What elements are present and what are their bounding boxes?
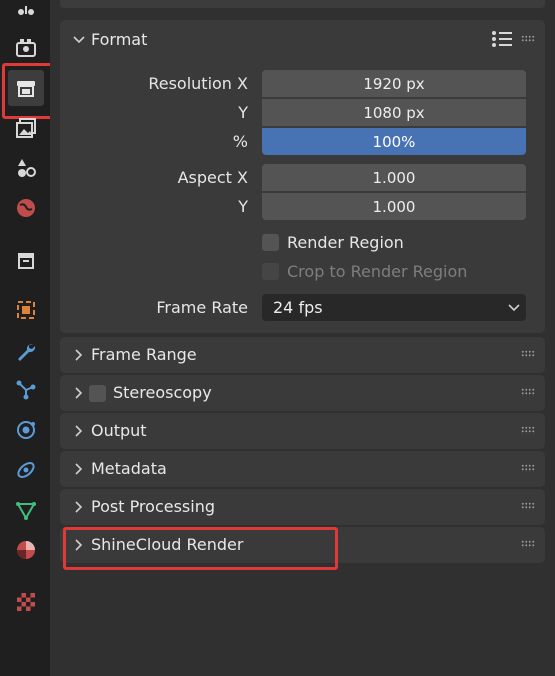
format-panel-title: Format [91,30,148,49]
tab-world[interactable] [8,190,44,226]
drag-handle-icon[interactable] [521,35,535,43]
tab-data[interactable] [8,492,44,528]
image-stack-icon [16,118,36,138]
stereoscopy-panel[interactable]: Stereoscopy [60,375,545,411]
aspect-y-field[interactable]: 1.000 [262,193,526,220]
render-region-label: Render Region [287,232,404,252]
frame-range-panel[interactable]: Frame Range [60,337,545,373]
aspect-x-label: Aspect X [177,168,248,187]
format-panel-header[interactable]: Format [60,20,545,56]
chevron-down-icon [508,304,520,312]
render-region-row[interactable]: Render Region [262,231,404,253]
resolution-x-field[interactable]: 1920 px [262,70,526,97]
stereoscopy-title: Stereoscopy [113,383,212,402]
scene-shapes-icon [18,159,36,177]
drag-handle-icon[interactable] [521,502,535,510]
frame-rate-dropdown[interactable]: 24 fps [262,294,526,321]
tab-collection[interactable] [8,242,44,278]
properties-tab-strip [0,0,68,676]
material-sphere-icon [17,541,35,559]
collection-box-icon [18,253,34,269]
tab-render[interactable] [8,30,44,66]
camera-back-icon [16,39,36,57]
tab-modifiers[interactable] [8,334,44,370]
mesh-triangle-icon [16,502,36,521]
tab-constraints[interactable] [8,452,44,488]
resolution-x-label: Resolution X [148,74,248,93]
aspect-y-label: Y [238,197,248,216]
tab-texture[interactable] [8,584,44,620]
resolution-percent-label: % [232,132,248,151]
properties-content: Format Resolution X 1920 px Y 1080 px % … [50,0,555,676]
tab-tool[interactable] [8,0,44,22]
particles-icon [16,380,36,400]
tab-object[interactable] [8,292,44,328]
tab-particles[interactable] [8,372,44,408]
world-icon [17,199,35,217]
frame-range-title: Frame Range [91,345,197,364]
resolution-percent-field[interactable]: 100% [262,128,526,155]
tab-scene[interactable] [8,150,44,186]
chevron-right-icon [75,349,83,361]
chevron-right-icon [75,387,83,399]
wrench-icon [18,343,36,361]
physics-orbit-icon [17,421,35,439]
drag-handle-icon[interactable] [521,540,535,548]
drag-handle-icon[interactable] [521,464,535,472]
shinecloud-highlight [63,527,338,570]
tool-icon [18,6,34,15]
chevron-down-icon [73,36,85,44]
tab-physics[interactable] [8,412,44,448]
crop-region-row: Crop to Render Region [262,260,467,282]
frame-rate-value: 24 fps [273,298,323,317]
checker-texture-icon [17,593,35,611]
output-title: Output [91,421,147,440]
frame-rate-label: Frame Rate [156,298,248,317]
output-panel[interactable]: Output [60,413,545,449]
object-square-icon [17,301,35,319]
constraint-icon [17,462,35,478]
previous-panel-edge [50,0,555,10]
chevron-right-icon [75,425,83,437]
crop-region-checkbox [262,262,279,280]
aspect-x-field[interactable]: 1.000 [262,164,526,191]
tab-view-layer[interactable] [8,110,44,146]
post-processing-panel[interactable]: Post Processing [60,489,545,525]
metadata-title: Metadata [91,459,167,478]
resolution-y-label: Y [238,103,248,122]
post-processing-title: Post Processing [91,497,215,516]
chevron-right-icon [75,463,83,475]
drag-handle-icon[interactable] [521,350,535,358]
drag-handle-icon[interactable] [521,388,535,396]
metadata-panel[interactable]: Metadata [60,451,545,487]
chevron-right-icon [75,501,83,513]
render-region-checkbox[interactable] [262,233,279,251]
resolution-y-field[interactable]: 1080 px [262,99,526,126]
drag-handle-icon[interactable] [521,426,535,434]
crop-region-label: Crop to Render Region [287,261,468,281]
format-panel: Format Resolution X 1920 px Y 1080 px % … [60,20,545,333]
stereoscopy-checkbox[interactable] [89,385,106,402]
presets-list-icon[interactable] [491,30,513,48]
tab-material[interactable] [8,532,44,568]
